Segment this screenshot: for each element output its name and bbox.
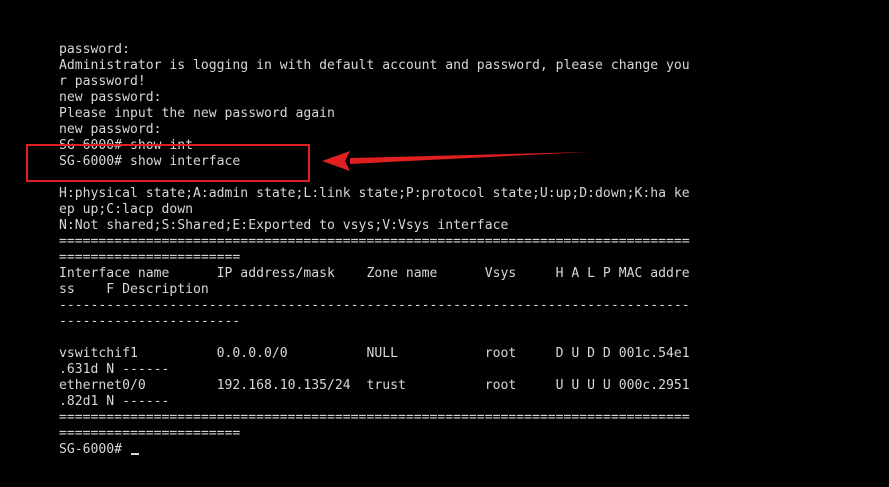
terminal-line: H:physical state;A:admin state;L:link st… xyxy=(59,186,690,201)
text-cursor xyxy=(130,453,139,455)
table-row: ethernet0/0 192.168.10.135/24 trust root… xyxy=(59,378,690,393)
terminal-line: N:Not shared;S:Shared;E:Exported to vsys… xyxy=(59,218,509,233)
terminal-console[interactable]: password: Administrator is logging in wi… xyxy=(0,0,889,487)
separator-line: ----------------------- xyxy=(59,314,241,329)
table-row: .82d1 N ------ xyxy=(59,394,170,409)
table-row: vswitchif1 0.0.0.0/0 NULL root D U D D 0… xyxy=(59,346,690,361)
separator-line: ----------------------------------------… xyxy=(59,298,690,313)
terminal-line: password: xyxy=(59,42,130,57)
terminal-line: new password: xyxy=(59,122,162,137)
terminal-output: password: Administrator is logging in wi… xyxy=(59,42,690,458)
separator-line: ========================================… xyxy=(59,234,690,249)
separator-line: ========================================… xyxy=(59,410,690,425)
terminal-line: Administrator is logging in with default… xyxy=(59,58,690,73)
terminal-line: new password: xyxy=(59,90,162,105)
terminal-line: r password! xyxy=(59,74,146,89)
table-header: Interface name IP address/mask Zone name… xyxy=(59,266,690,281)
prompt-text: SG-6000# xyxy=(59,442,130,457)
table-header: ss F Description xyxy=(59,282,209,297)
separator-line: ======================= xyxy=(59,250,241,265)
highlight-box xyxy=(26,144,310,182)
separator-line: ======================= xyxy=(59,426,241,441)
table-row: .631d N ------ xyxy=(59,362,170,377)
terminal-line: Please input the new password again xyxy=(59,106,335,121)
terminal-line: ep up;C:lacp down xyxy=(59,202,194,217)
command-prompt[interactable]: SG-6000# xyxy=(59,442,690,458)
